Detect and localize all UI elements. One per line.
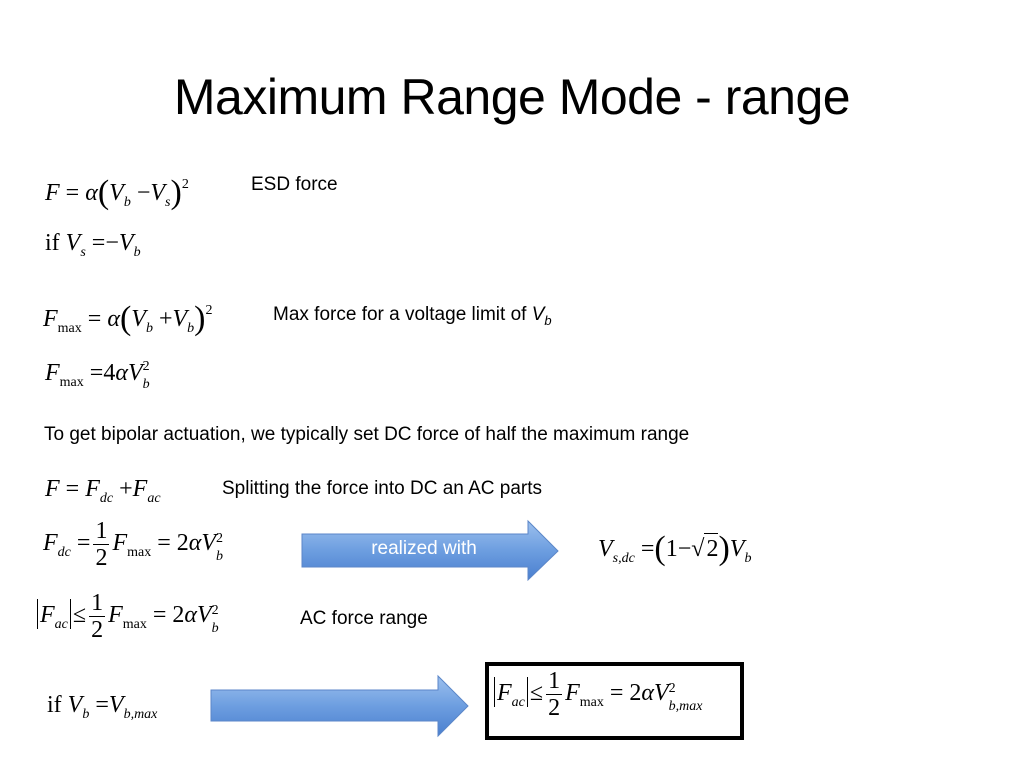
equation-split: F = Fdc +Fac xyxy=(45,476,161,506)
equation-fmax: Fmax =4αV 2 b xyxy=(45,359,150,392)
slide-title: Maximum Range Mode - range xyxy=(173,69,851,125)
equation-vsdc: Vs,dc =(1−√2)Vb xyxy=(598,530,752,567)
equation-esd-force: F = α(Vb −Vs)2 xyxy=(45,174,189,211)
label-max-force: Max force for a voltage limit of Vb xyxy=(273,304,552,328)
arrow-label-realized-with: realized with xyxy=(371,538,477,559)
equation-fmax-sum: Fmax = α(Vb +Vb)2 xyxy=(43,300,213,337)
equation-condition-max: if Vb =Vb,max xyxy=(47,692,158,722)
text-bipolar-actuation: To get bipolar actuation, we typically s… xyxy=(44,424,690,445)
equation-fdc: Fdc = 1 2 Fmax = 2αV 2 b xyxy=(43,518,224,571)
result-arrow xyxy=(210,674,469,738)
label-esd-force: ESD force xyxy=(251,174,338,195)
equation-result: Fac ≤1 2 Fmax = 2αV 2 b,max xyxy=(492,668,709,721)
label-ac-force-range: AC force range xyxy=(300,608,428,629)
equation-condition: if Vs =−Vb xyxy=(45,230,141,260)
equation-fac: Fac ≤1 2 Fmax = 2αV 2 b xyxy=(35,590,242,643)
arrow-shape xyxy=(210,674,469,738)
label-splitting: Splitting the force into DC an AC parts xyxy=(222,478,542,499)
